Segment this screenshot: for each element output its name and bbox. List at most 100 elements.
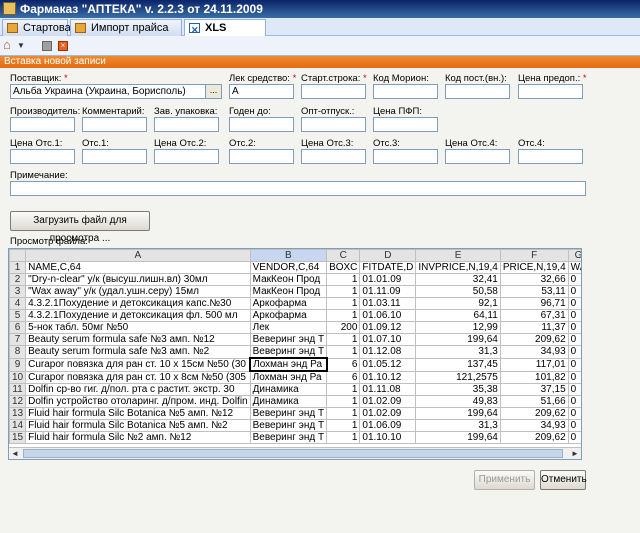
table-cell[interactable]: Beauty serum formula safe №3 амп. №12 <box>25 333 251 346</box>
table-cell[interactable]: Веверинг энд Т <box>249 431 328 444</box>
table-cell[interactable]: 35,38 <box>415 383 501 396</box>
table-row[interactable]: 10 Curapor повязка для ран ст. 10 х 8см №… <box>9 370 581 384</box>
table-cell[interactable]: Веверинг энд Т <box>249 407 328 420</box>
home-icon[interactable]: ⌂ <box>3 38 17 52</box>
table-cell[interactable]: 0 <box>567 370 581 384</box>
table-cell[interactable]: 209,62 <box>499 333 569 346</box>
apply-button[interactable]: Применить <box>474 470 535 490</box>
table-cell[interactable]: Dolfin ср-во гиг. д/пол. рта с растит. э… <box>25 383 251 396</box>
table-cell[interactable]: 0 <box>567 309 581 322</box>
table-cell[interactable]: Fluid hair formula Silc Botanica №5 амп.… <box>25 419 251 432</box>
row-number-cell[interactable]: 11 <box>9 383 27 396</box>
table-row[interactable]: 15 Fluid hair formula Silc №2 амп. №12 Вев… <box>9 431 581 444</box>
row-number-cell[interactable]: 1 <box>9 261 27 274</box>
column-header[interactable]: G <box>567 249 581 262</box>
table-cell[interactable]: 01.11.08 <box>359 383 417 396</box>
table-cell[interactable]: WA <box>567 261 581 274</box>
supplier-field[interactable]: Альба Украина (Украина, Борисполь) ... <box>10 84 222 99</box>
table-cell[interactable]: 1 <box>326 309 361 322</box>
table-cell[interactable]: 01.10.12 <box>359 370 417 384</box>
table-cell[interactable]: 1 <box>326 431 361 444</box>
table-cell[interactable]: 01.06.10 <box>359 309 417 322</box>
table-cell[interactable]: 1 <box>326 273 361 286</box>
column-header[interactable]: C <box>326 249 361 262</box>
table-cell[interactable]: Динамика <box>249 395 328 408</box>
table-cell[interactable]: МакКеон Прод <box>249 285 328 298</box>
table-cell[interactable]: 01.09.12 <box>359 321 417 334</box>
table-cell[interactable]: 0 <box>567 285 581 298</box>
table-cell[interactable]: Лохман энд Ра <box>249 370 328 384</box>
table-row[interactable]: 9 Curapor повязка для ран ст. 10 х 15см №… <box>9 357 581 372</box>
table-cell[interactable]: 96,71 <box>499 297 569 310</box>
table-cell[interactable]: Веверинг энд Т <box>249 345 328 359</box>
tab-price-import[interactable]: Импорт прайса [...] <box>70 19 182 50</box>
table-cell[interactable]: 32,66 <box>499 273 569 286</box>
expiry-field[interactable] <box>229 117 294 132</box>
table-cell[interactable]: 6 <box>326 370 361 384</box>
cancel-button[interactable]: Отменить <box>540 470 587 490</box>
minimize-panel-icon[interactable] <box>42 41 52 51</box>
table-cell[interactable]: 1 <box>326 345 361 359</box>
table-cell[interactable]: NAME,C,64 <box>25 261 251 274</box>
file-preview-grid[interactable]: A B C D E F G H 1NAME,C,64VENDOR,C,64BOX… <box>8 248 582 460</box>
row-number-cell[interactable]: 10 <box>9 370 27 384</box>
table-cell[interactable]: 1 <box>326 395 361 408</box>
table-cell[interactable]: 1 <box>326 297 361 310</box>
table-cell[interactable]: 50,58 <box>415 285 501 298</box>
table-cell[interactable]: 01.12.08 <box>359 345 417 359</box>
row-number-cell[interactable]: 6 <box>9 321 27 334</box>
table-cell[interactable]: 53,11 <box>499 285 569 298</box>
table-cell[interactable]: 01.06.09 <box>359 419 417 432</box>
table-cell[interactable]: 31,3 <box>415 419 501 432</box>
column-header[interactable]: F <box>499 249 569 262</box>
table-cell[interactable]: 01.05.12 <box>359 357 417 372</box>
table-cell[interactable]: 01.07.10 <box>359 333 417 346</box>
table-row[interactable]: 4 4.3.2.1Похудение и детоксикация капс.№3… <box>9 297 581 310</box>
drug-field[interactable]: A <box>229 84 294 99</box>
ots1-field[interactable] <box>82 149 147 164</box>
table-cell[interactable]: 137,45 <box>415 357 501 372</box>
table-cell[interactable]: Fluid hair formula Silc №2 амп. №12 <box>25 431 251 444</box>
table-cell[interactable]: BOXC <box>326 261 361 274</box>
manufacturer-field[interactable] <box>10 117 75 132</box>
table-cell[interactable]: PRICE,N,19,4 <box>499 261 569 274</box>
table-cell[interactable]: 0 <box>567 419 581 432</box>
table-row[interactable]: 6 5-нок табл. 50мг №50 Лек 200 01.09.12 12,99… <box>9 321 581 334</box>
ots4-field[interactable] <box>518 149 583 164</box>
table-row[interactable]: 11 Dolfin ср-во гиг. д/пол. рта с растит.… <box>9 383 581 396</box>
table-cell[interactable]: 0 <box>567 395 581 408</box>
table-cell[interactable]: 0 <box>567 273 581 286</box>
ots3-field[interactable] <box>373 149 438 164</box>
price-ots2-field[interactable] <box>154 149 219 164</box>
scroll-right-icon[interactable]: ► <box>569 448 581 459</box>
table-cell[interactable]: 49,83 <box>415 395 501 408</box>
ots2-field[interactable] <box>229 149 294 164</box>
table-cell[interactable]: 0 <box>567 431 581 444</box>
row-number-cell[interactable]: 3 <box>9 285 27 298</box>
supplier-code-field[interactable] <box>445 84 510 99</box>
table-cell[interactable]: "Wax away" у/к (удал.ушн.серу) 15мл <box>25 285 251 298</box>
table-row[interactable]: 8 Beauty serum formula safe №3 амп. №2 Вев… <box>9 345 581 359</box>
table-cell[interactable]: 117,01 <box>499 357 569 372</box>
note-field[interactable] <box>10 181 586 196</box>
scrollbar-thumb[interactable] <box>23 449 563 458</box>
row-number-cell[interactable]: 14 <box>9 419 27 432</box>
table-cell[interactable]: 32,41 <box>415 273 501 286</box>
table-row[interactable]: 13 Fluid hair formula Silc Botanica №5 ам… <box>9 407 581 420</box>
table-cell[interactable]: 0 <box>567 357 581 372</box>
table-cell[interactable]: 01.11.09 <box>359 285 417 298</box>
table-cell[interactable]: 64,11 <box>415 309 501 322</box>
price-ots4-field[interactable] <box>445 149 510 164</box>
table-row[interactable]: 5 4.3.2.1Похудение и детоксикация фл. 500… <box>9 309 581 322</box>
row-number-cell[interactable]: 2 <box>9 273 27 286</box>
table-cell[interactable]: 4.3.2.1Похудение и детоксикация капс.№30 <box>25 297 251 310</box>
table-cell[interactable]: 01.03.11 <box>359 297 417 310</box>
load-file-button[interactable]: Загрузить файл для просмотра ... <box>10 211 150 244</box>
table-cell[interactable]: VENDOR,C,64 <box>249 261 328 274</box>
row-number-cell[interactable]: 5 <box>9 309 27 322</box>
horizontal-scrollbar[interactable]: ◄ ► <box>9 447 581 459</box>
table-cell[interactable]: 199,64 <box>415 431 501 444</box>
table-cell[interactable]: 1 <box>326 419 361 432</box>
table-cell[interactable]: 0 <box>567 345 581 359</box>
table-cell[interactable]: 92,1 <box>415 297 501 310</box>
